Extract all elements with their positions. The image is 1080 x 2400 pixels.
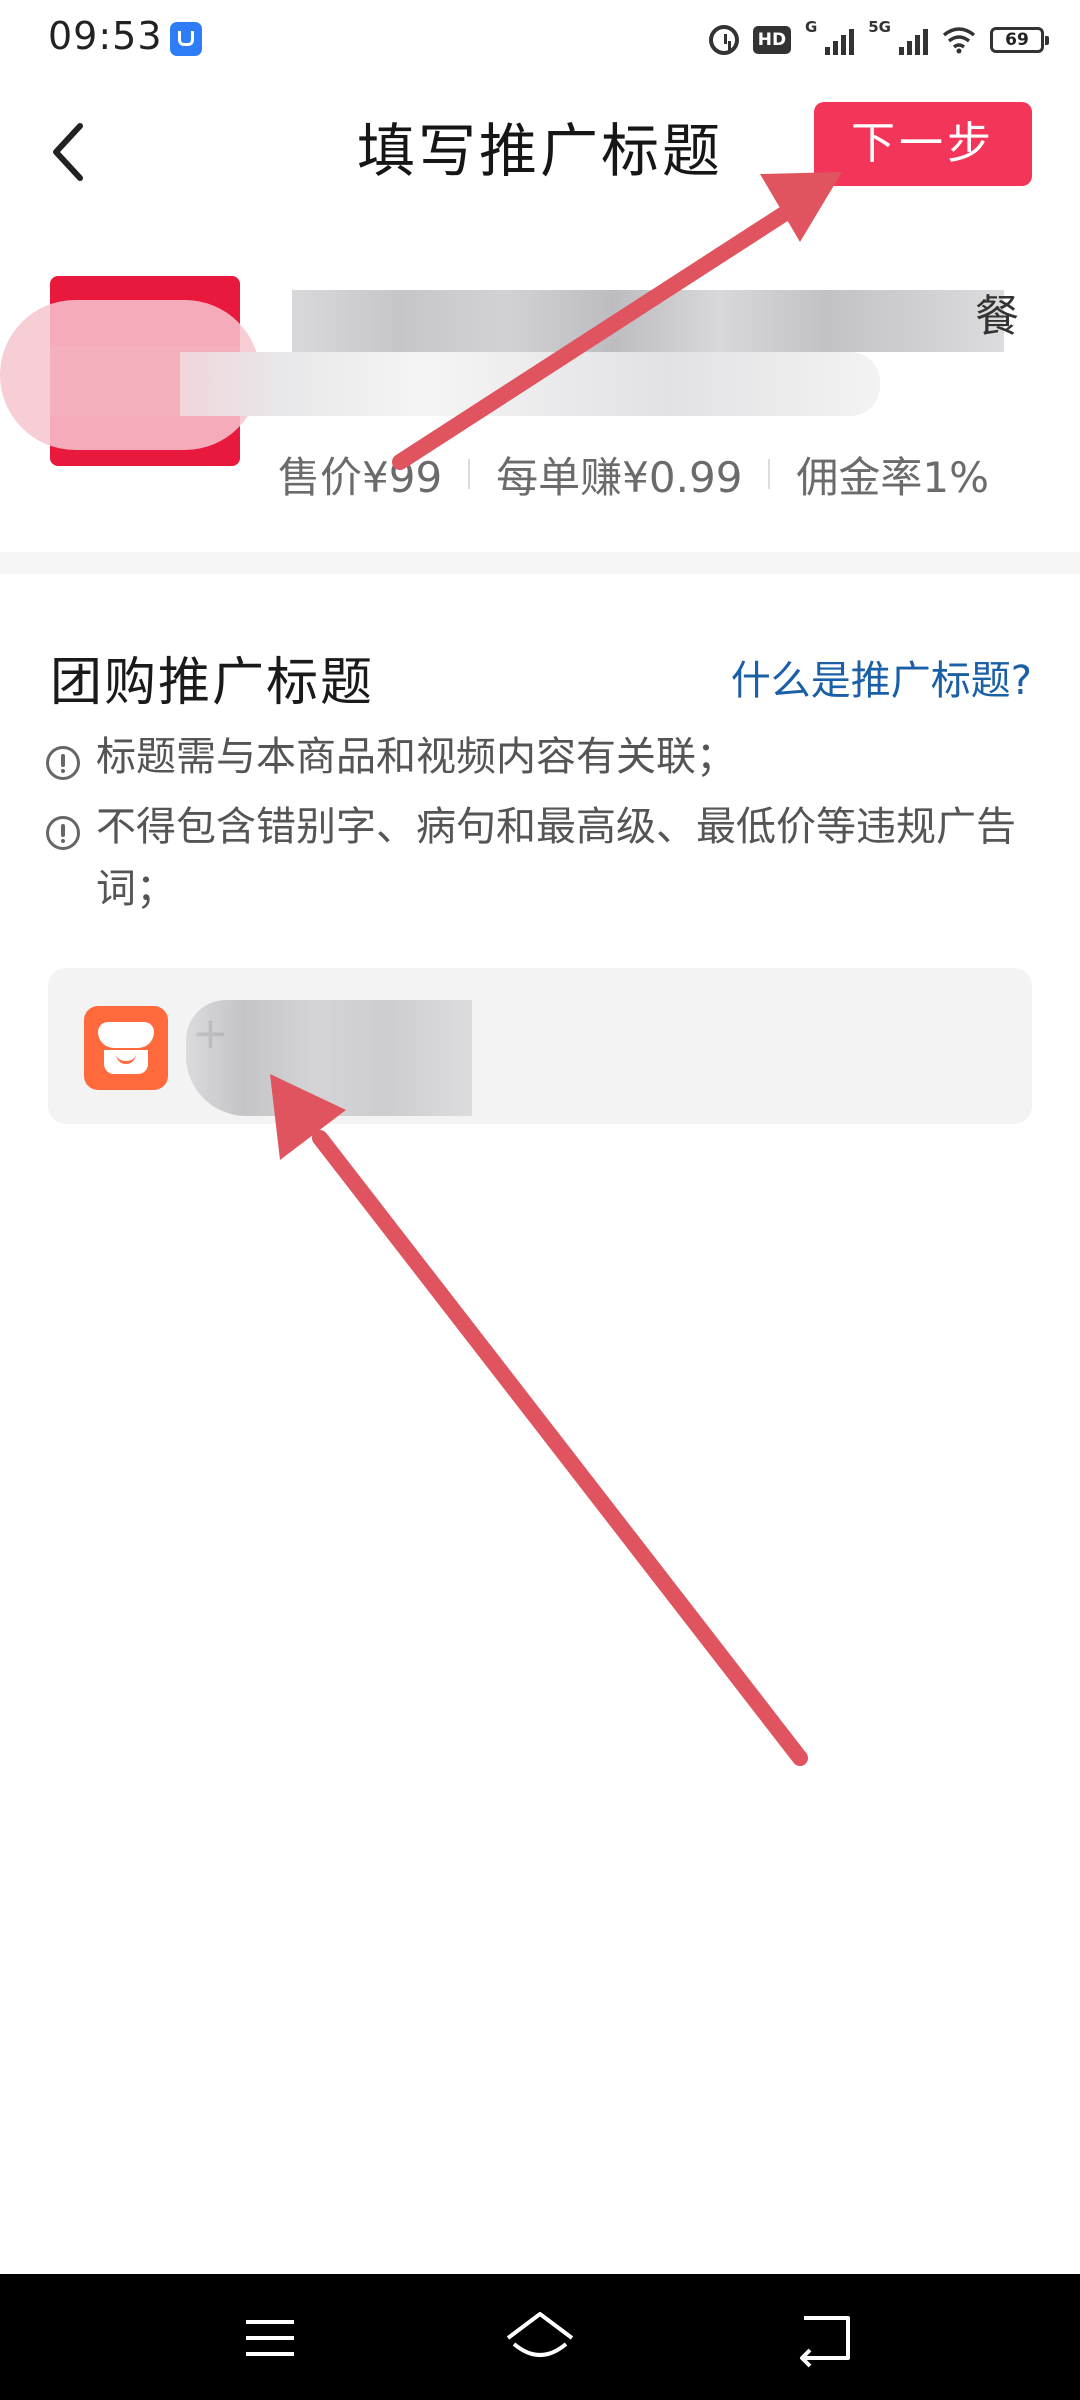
- earning-label: 每单赚¥0.99: [496, 452, 743, 502]
- hd-badge: HD: [752, 26, 791, 54]
- signal-icon-2: [899, 25, 928, 55]
- price-label: 售价¥99: [278, 452, 443, 502]
- tip-text: 标题需与本商品和视频内容有关联；: [96, 734, 736, 780]
- status-time: 09:53: [48, 14, 163, 58]
- product-title-blurred-line2: [180, 352, 880, 416]
- tip-text: 不得包含错别字、病句和最高级、最低价等违规广告词；: [96, 804, 1016, 912]
- arrow-to-input: [270, 1074, 808, 1766]
- network-type-2: 5G: [868, 18, 891, 36]
- return-icon[interactable]: [784, 2300, 864, 2380]
- section-divider: [0, 552, 1080, 574]
- divider: [468, 459, 471, 489]
- help-link[interactable]: 什么是推广标题?: [731, 648, 1032, 706]
- tip-item: 不得包含错别字、病句和最高级、最低价等违规广告词；: [46, 804, 1036, 920]
- exclamation-circle-icon: [46, 746, 80, 780]
- alarm-icon: [708, 25, 739, 55]
- tip-item: 标题需与本商品和视频内容有关联；: [46, 734, 1036, 788]
- battery-icon: 69: [990, 27, 1049, 53]
- product-metrics: 售价¥99 每单赚¥0.99 佣金率1%: [278, 444, 989, 504]
- commission-label: 佣金率1%: [796, 452, 990, 502]
- divider: [768, 459, 771, 489]
- product-title-tail: 餐: [975, 291, 1019, 342]
- menu-icon[interactable]: [230, 2300, 310, 2380]
- store-icon: [84, 1006, 168, 1090]
- wifi-icon: [942, 27, 976, 54]
- input-value-blurred: [186, 1000, 472, 1116]
- exclamation-circle-icon: [46, 816, 80, 850]
- product-title-blurred: [292, 290, 1004, 352]
- app-notification-icon: [170, 22, 202, 56]
- home-icon[interactable]: [500, 2300, 580, 2380]
- next-step-button[interactable]: 下一步: [814, 102, 1032, 186]
- status-bar: 09:53 HD G 5G 69: [0, 0, 1080, 84]
- status-icons: HD G 5G 69: [708, 18, 1049, 60]
- network-type-1: G: [804, 18, 818, 36]
- section-title: 团购推广标题: [50, 653, 375, 713]
- signal-icon: [825, 25, 855, 55]
